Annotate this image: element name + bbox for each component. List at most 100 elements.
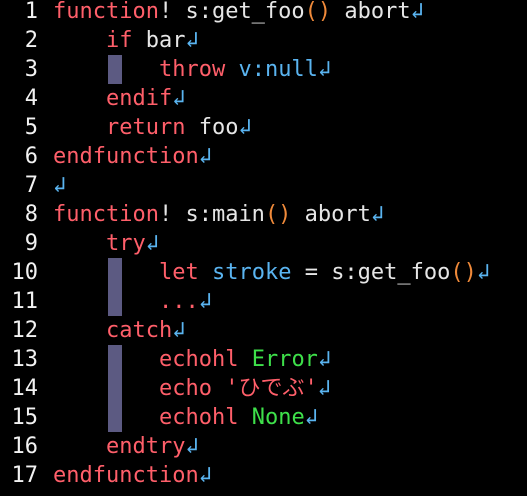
code-token: bar (132, 28, 186, 53)
eol-marker-icon: ↲ (172, 318, 186, 343)
code-text: ...↲ (53, 287, 212, 316)
code-token: if (105, 28, 133, 53)
line-number: 15 (11, 405, 39, 430)
code-text: endif↲ (53, 84, 185, 113)
code-line[interactable]: 11 ...↲ (0, 287, 527, 316)
code-line[interactable]: 3 throw v:null↲ (0, 55, 527, 84)
eol-marker-icon: ↲ (172, 86, 186, 111)
line-number: 5 (24, 115, 38, 140)
eol-marker-icon: ↲ (304, 405, 318, 430)
code-line[interactable]: 9 try↲ (0, 229, 527, 258)
line-number: 3 (24, 57, 38, 82)
code-line[interactable]: 1 function! s:get_foo() abort↲ (0, 0, 527, 26)
code-token: ! s:main (158, 202, 265, 227)
code-editor[interactable]: 1 function! s:get_foo() abort↲ 2 if bar↲ 3 … (0, 0, 527, 496)
eol-marker-icon: ↲ (185, 434, 199, 459)
code-token: endif (105, 86, 173, 111)
code-token: return (105, 115, 186, 140)
code-text: ↲ (53, 171, 66, 200)
code-line[interactable]: 14 echo 'ひでぶ'↲ (0, 374, 527, 403)
line-number: 4 (24, 86, 38, 111)
eol-marker-icon: ↲ (198, 463, 212, 488)
code-line[interactable]: 10 let stroke = s:get_foo()↲ (0, 258, 527, 287)
code-line[interactable]: 6 endfunction↲ (0, 142, 527, 171)
eol-marker-icon: ↲ (317, 347, 332, 372)
code-token: throw (158, 57, 226, 82)
code-text: function! s:main() abort↲ (53, 200, 384, 229)
code-text: endfunction↲ (53, 142, 212, 171)
code-text: echohl None↲ (53, 403, 318, 432)
eol-marker-icon: ↲ (145, 231, 159, 256)
line-number: 10 (11, 260, 39, 285)
eol-marker-icon: ↲ (410, 0, 424, 24)
code-token: stroke (211, 260, 292, 285)
code-line[interactable]: 15 echohl None↲ (0, 403, 527, 432)
eol-marker-icon: ↲ (317, 376, 331, 401)
line-number: 17 (11, 463, 39, 488)
line-number: 11 (11, 289, 39, 314)
eol-marker-icon: ↲ (198, 289, 212, 314)
code-text: echo 'ひでぶ'↲ (53, 374, 331, 403)
code-token: = s:get_foo (291, 260, 451, 285)
code-token: None (251, 405, 305, 430)
code-line[interactable]: 7 ↲ (0, 171, 527, 200)
code-text: try↲ (53, 229, 159, 258)
eol-marker-icon: ↲ (198, 144, 212, 169)
code-token: () (450, 260, 477, 285)
code-token: try (105, 231, 146, 256)
code-text: endtry↲ (53, 432, 199, 461)
code-token: endfunction (53, 144, 199, 169)
line-number: 14 (11, 376, 39, 401)
line-number: 2 (24, 28, 38, 53)
code-token: let (158, 260, 199, 285)
code-text: echohl Error↲ (53, 345, 331, 374)
code-token: endfunction (53, 463, 199, 488)
code-line[interactable]: 8 function! s:main() abort↲ (0, 200, 527, 229)
code-token: 'ひでぶ' (225, 376, 318, 401)
line-number: 7 (24, 173, 38, 198)
code-token: endtry (105, 434, 186, 459)
code-token: echohl (158, 405, 239, 430)
code-token: echohl (158, 347, 239, 372)
code-text: let stroke = s:get_foo()↲ (53, 258, 490, 287)
code-token: function (53, 202, 159, 227)
code-line[interactable]: 12 catch↲ (0, 316, 527, 345)
code-token: echo (158, 376, 212, 401)
code-text: catch↲ (53, 316, 185, 345)
code-token: abort (291, 202, 371, 227)
code-text: throw v:null↲ (53, 55, 331, 84)
code-text: return foo↲ (53, 113, 252, 142)
code-line[interactable]: 16 endtry↲ (0, 432, 527, 461)
code-token: ! s:get_foo (158, 0, 305, 24)
line-number: 12 (11, 318, 39, 343)
code-token: v:null (238, 57, 318, 82)
eol-marker-icon: ↲ (53, 173, 67, 198)
code-token: Error (251, 347, 318, 372)
eol-marker-icon: ↲ (185, 28, 199, 53)
code-line[interactable]: 2 if bar↲ (0, 26, 527, 55)
line-number: 8 (24, 202, 38, 227)
code-token: catch (105, 318, 173, 343)
eol-marker-icon: ↲ (317, 57, 332, 82)
code-line[interactable]: 13 echohl Error↲ (0, 345, 527, 374)
line-number: 13 (11, 347, 39, 372)
code-line[interactable]: 4 endif↲ (0, 84, 527, 113)
code-line[interactable]: 17 endfunction↲ (0, 461, 527, 490)
code-line[interactable]: 5 return foo↲ (0, 113, 527, 142)
eol-marker-icon: ↲ (238, 115, 252, 140)
line-number: 16 (11, 434, 39, 459)
